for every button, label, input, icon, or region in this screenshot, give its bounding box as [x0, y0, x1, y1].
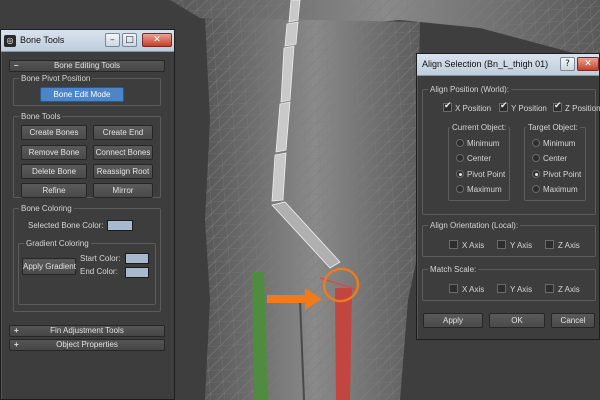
scale-x-axis-checkbox[interactable]	[449, 284, 458, 293]
rollout-bone-editing-tools[interactable]: – Bone Editing Tools	[9, 60, 165, 72]
target-maximum-radio[interactable]	[532, 185, 540, 193]
remove-bone-button[interactable]: Remove Bone	[21, 145, 87, 160]
target-center-radio[interactable]	[532, 154, 540, 162]
rollout-object-properties[interactable]: + Object Properties	[9, 339, 165, 351]
bone-tools-window: ◎ Bone Tools – □ ✕ – Bone Editing Tools …	[0, 29, 175, 400]
scale-y-axis-checkbox[interactable]	[497, 284, 506, 293]
align-selection-title: Align Selection (Bn_L_thigh 01)	[422, 59, 549, 69]
target-pivot-point-radio[interactable]	[532, 170, 540, 178]
minimize-button[interactable]: –	[105, 33, 120, 47]
align-selection-window: Align Selection (Bn_L_thigh 01) ? ✕ Alig…	[416, 53, 600, 340]
delete-bone-button[interactable]: Delete Bone	[21, 164, 87, 179]
bone-tools-title: Bone Tools	[20, 35, 65, 45]
bone-tools-group: Bone Tools Create Bones Create End Remov…	[13, 112, 161, 198]
connect-bones-button[interactable]: Connect Bones	[93, 145, 153, 160]
apply-gradient-button[interactable]: Apply Gradient	[22, 258, 76, 275]
reassign-root-button[interactable]: Reassign Root	[93, 164, 153, 179]
create-end-button[interactable]: Create End	[93, 125, 153, 140]
create-bones-button[interactable]: Create Bones	[21, 125, 87, 140]
red-bone	[335, 288, 352, 400]
refine-button[interactable]: Refine	[21, 183, 87, 198]
orient-y-axis-checkbox[interactable]	[497, 240, 506, 249]
ok-button[interactable]: OK	[489, 313, 545, 328]
end-color-swatch[interactable]	[125, 267, 149, 278]
z-position-checkbox[interactable]	[553, 101, 562, 112]
mirror-button[interactable]: Mirror	[93, 183, 153, 198]
bone-pivot-position-group: Bone Pivot Position Bone Edit Mode	[13, 74, 161, 106]
gradient-coloring-group: Gradient Coloring Apply Gradient Start C…	[18, 239, 156, 305]
app-icon: ◎	[4, 35, 16, 47]
orient-x-axis-checkbox[interactable]	[449, 240, 458, 249]
current-pivot-point-radio[interactable]	[456, 170, 464, 178]
x-position-checkbox[interactable]	[443, 101, 452, 112]
target-object-group: Target Object: Minimum Center Pivot Poin…	[524, 123, 586, 201]
help-button[interactable]: ?	[560, 57, 575, 71]
current-minimum-radio[interactable]	[456, 139, 464, 147]
align-selection-titlebar[interactable]: Align Selection (Bn_L_thigh 01) ? ✕	[417, 54, 599, 76]
bone-tools-titlebar[interactable]: ◎ Bone Tools – □ ✕	[1, 30, 174, 52]
align-orientation-group: Align Orientation (Local): X Axis Y Axis…	[422, 221, 596, 257]
align-position-group: Align Position (World): X Position Y Pos…	[422, 85, 600, 215]
start-color-swatch[interactable]	[125, 253, 149, 264]
end-color-label: End Color:	[80, 267, 118, 276]
selected-bone-color-label: Selected Bone Color:	[28, 221, 104, 230]
scale-z-axis-checkbox[interactable]	[545, 284, 554, 293]
close-button[interactable]: ✕	[577, 57, 599, 71]
current-maximum-radio[interactable]	[456, 185, 464, 193]
rollout-fin-adjustment-tools[interactable]: + Fin Adjustment Tools	[9, 325, 165, 337]
start-color-label: Start Color:	[80, 254, 121, 263]
orient-z-axis-checkbox[interactable]	[545, 240, 554, 249]
apply-button[interactable]: Apply	[423, 313, 483, 328]
match-scale-group: Match Scale: X Axis Y Axis Z Axis	[422, 265, 596, 301]
target-minimum-radio[interactable]	[532, 139, 540, 147]
y-position-checkbox[interactable]	[499, 101, 508, 112]
close-button[interactable]: ✕	[142, 33, 172, 47]
bone-coloring-group: Bone Coloring Selected Bone Color: Gradi…	[13, 204, 161, 312]
selected-bone-color-swatch[interactable]	[107, 220, 133, 231]
current-object-group: Current Object: Minimum Center Pivot Poi…	[448, 123, 510, 201]
bone-edit-mode-button[interactable]: Bone Edit Mode	[40, 87, 124, 102]
maximize-button[interactable]: □	[122, 33, 137, 47]
cancel-button[interactable]: Cancel	[551, 313, 595, 328]
current-center-radio[interactable]	[456, 154, 464, 162]
